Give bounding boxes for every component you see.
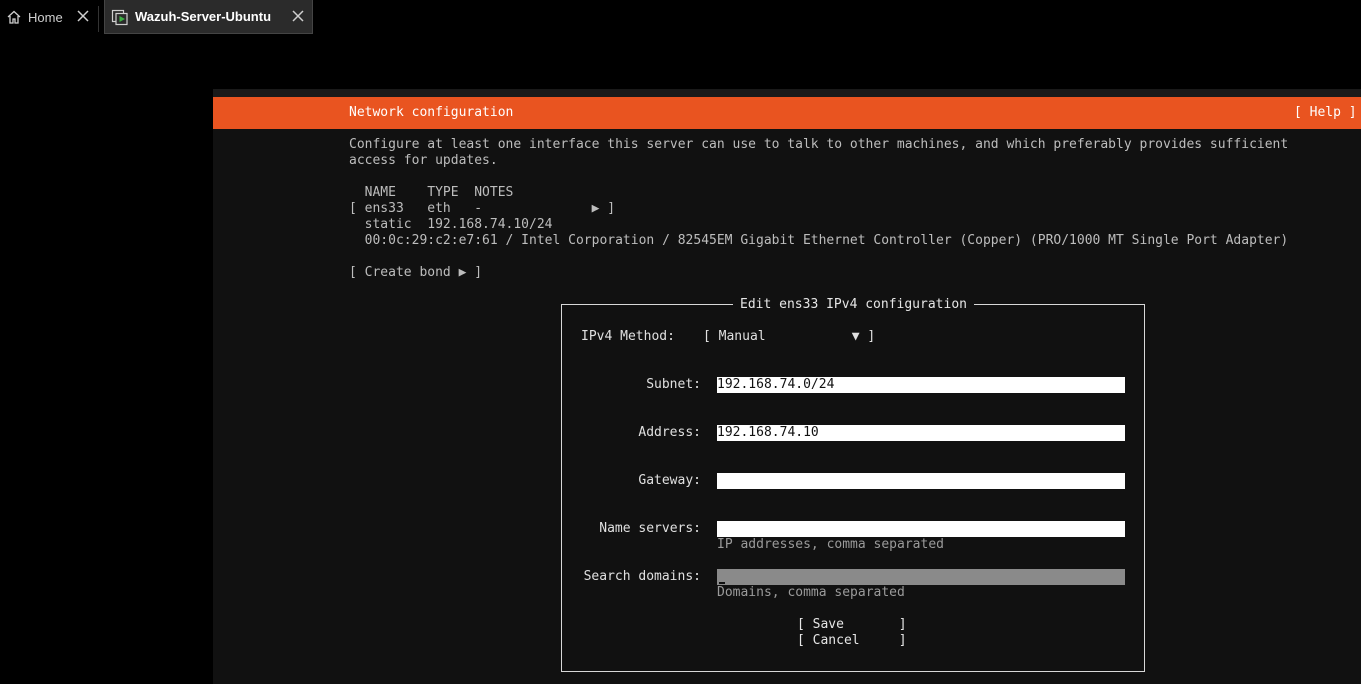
vm-running-icon bbox=[111, 9, 128, 25]
text-cursor bbox=[719, 582, 725, 584]
tab-home-label: Home bbox=[28, 9, 63, 25]
dialog-title: Edit ens33 IPv4 configuration bbox=[733, 297, 974, 313]
tab-divider bbox=[98, 6, 99, 32]
tab-wazuh-server-ubuntu[interactable]: Wazuh-Server-Ubuntu bbox=[104, 0, 313, 34]
subnet-label: Subnet: bbox=[646, 377, 701, 392]
gateway-input[interactable] bbox=[717, 473, 1125, 489]
address-input[interactable]: 192.168.74.10 bbox=[717, 425, 1125, 441]
close-icon[interactable] bbox=[76, 9, 90, 23]
help-button[interactable]: [ Help ] bbox=[1294, 105, 1357, 121]
ipv4-method-label: IPv4 Method: bbox=[581, 329, 675, 344]
interface-row-ens33[interactable]: [ ens33 eth - ▶ ] bbox=[349, 201, 615, 217]
console-top-strip bbox=[213, 89, 1361, 97]
save-button[interactable]: [ Save ] bbox=[797, 617, 907, 633]
ipv4-method-select[interactable]: [ Manual ▼ ] bbox=[703, 329, 875, 345]
search-domains-hint: Domains, comma separated bbox=[717, 585, 905, 600]
name-servers-label: Name servers: bbox=[599, 521, 701, 536]
tab-home[interactable]: Home bbox=[0, 0, 98, 34]
search-domains-input[interactable] bbox=[717, 569, 1125, 585]
close-icon[interactable] bbox=[291, 9, 305, 23]
gateway-label: Gateway: bbox=[638, 473, 701, 488]
subnet-input[interactable]: 192.168.74.0/24 bbox=[717, 377, 1125, 393]
intro-line-1: Configure at least one interface this se… bbox=[349, 137, 1289, 152]
create-bond-button[interactable]: [ Create bond ▶ ] bbox=[349, 265, 482, 281]
host-tab-bar: Home Wazuh-Server-Ubuntu bbox=[0, 0, 1361, 34]
intro-line-2: access for updates. bbox=[349, 153, 498, 168]
home-icon bbox=[7, 10, 21, 24]
cancel-button[interactable]: [ Cancel ] bbox=[797, 633, 907, 649]
tab-vm-label: Wazuh-Server-Ubuntu bbox=[135, 9, 272, 24]
interface-static-address: static 192.168.74.10/24 bbox=[349, 217, 553, 232]
name-servers-hint: IP addresses, comma separated bbox=[717, 537, 944, 552]
interfaces-column-header: NAME TYPE NOTES bbox=[349, 185, 514, 200]
search-domains-label: Search domains: bbox=[583, 569, 701, 584]
name-servers-input[interactable] bbox=[717, 521, 1125, 537]
interface-hardware-info: 00:0c:29:c2:e7:61 / Intel Corporation / … bbox=[349, 233, 1289, 248]
address-label: Address: bbox=[638, 425, 701, 440]
page-title: Network configuration bbox=[349, 105, 514, 120]
